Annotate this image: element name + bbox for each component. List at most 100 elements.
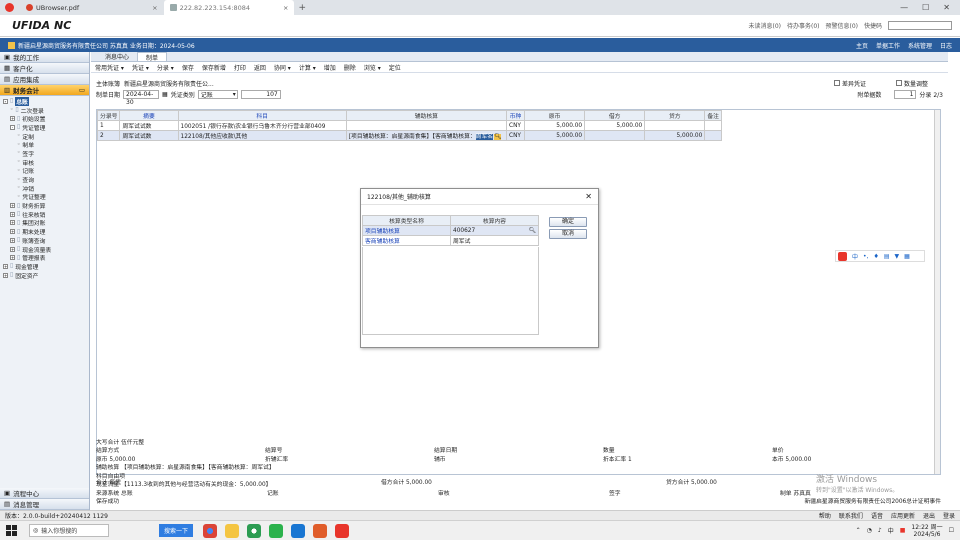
taskbar-search[interactable]: ◎ 输入你想搜的 [29, 524, 109, 537]
home-link[interactable]: 主页 [856, 41, 868, 50]
ime-tray[interactable]: 中 [888, 526, 894, 535]
toolbar-button[interactable]: 计算 ▾ [295, 63, 320, 72]
notification-icon[interactable]: ☐ [949, 527, 954, 534]
ref-search-icon[interactable]: 🔍︎ [494, 134, 502, 140]
tree-item[interactable]: ◦ 记账 [3, 167, 89, 176]
ime-toolbar[interactable]: 中 •, ♦ ▤ ▼ ▦ [835, 250, 925, 262]
grid-cell-debit[interactable] [584, 130, 646, 141]
tree-item[interactable]: + ▯ 现金管理 [3, 262, 89, 271]
aux-edit-highlight[interactable]: 周军名 [475, 134, 494, 140]
sidebar-item-my-work[interactable]: ▣ 我的工作 [0, 52, 89, 63]
calendar-icon[interactable]: ▦ [162, 91, 168, 98]
expand-icon[interactable]: + [10, 211, 15, 217]
grid-column-header[interactable]: 摘要 [119, 110, 179, 121]
tree-item[interactable]: - ▯ 凭证管理 [3, 123, 89, 132]
grid-cell-no[interactable]: 2 [96, 130, 121, 141]
toolbar-button[interactable]: 打印 [230, 63, 250, 72]
expand-icon[interactable]: + [3, 272, 8, 278]
date-field[interactable]: 2024-04-30 [123, 90, 160, 106]
toolbar-button[interactable]: 浏览 ▾ [360, 63, 385, 72]
tree-item[interactable]: - ▯ 总账 [3, 96, 89, 106]
aux-type-cell[interactable]: 客商辅助核算 [362, 235, 451, 246]
doc-work-link[interactable]: 单据工作 [876, 41, 900, 50]
aux-value-cell[interactable]: 400627 🔍︎ [450, 225, 539, 236]
grid-cell-aux[interactable]: [项目辅助核算：启星源南食集】【客商辅助核算：周军名🔍︎ [345, 130, 508, 141]
diff-voucher-checkbox[interactable] [833, 80, 840, 86]
mic-icon[interactable]: ♦ [873, 253, 878, 260]
tree-item[interactable]: + ▯ 初始设置 [3, 114, 89, 123]
grid-cell-orig[interactable]: 5,000.00 [524, 120, 586, 131]
grid-column-header[interactable]: 分录号 [96, 110, 121, 121]
tab-voucher[interactable]: 制单 [137, 52, 168, 62]
punct-icon[interactable]: •, [863, 253, 868, 260]
tree-item[interactable]: ◦ 签字 [3, 149, 89, 158]
search-icon[interactable]: 🔍︎ [529, 228, 536, 234]
grid-column-header[interactable]: 原币 [524, 110, 586, 121]
aux-value-cell[interactable]: 周军试 [450, 235, 539, 246]
sidebar-item-process-center[interactable]: ▣ 流程中心 [0, 488, 89, 499]
clock[interactable]: 12:22 周一 2024/5/6 [911, 524, 942, 538]
tree-item[interactable]: ◦ ▯ 二次登录 [3, 106, 89, 115]
grid-cell-aux[interactable] [345, 120, 508, 131]
expand-icon[interactable]: + [10, 203, 15, 209]
expand-icon[interactable]: + [10, 220, 15, 226]
vertical-scrollbar[interactable] [934, 110, 940, 474]
maximize-icon[interactable]: ☐ [922, 3, 929, 12]
expand-icon[interactable]: + [3, 263, 8, 269]
qty-adjust-checkbox[interactable] [895, 80, 902, 86]
tree-item[interactable]: + ▯ 管理报表 [3, 253, 89, 262]
chrome-icon[interactable] [203, 523, 218, 538]
sidebar-item-finance[interactable]: ▥ 财务会计 ▭ [0, 85, 89, 96]
expand-icon[interactable]: + [10, 246, 15, 252]
tray-app-icon[interactable]: ■ [900, 527, 906, 534]
wechat-icon[interactable] [269, 523, 284, 538]
sidebar-item-messages[interactable]: ▤ 消息管理 [0, 499, 89, 510]
grid-column-header[interactable]: 币种 [506, 110, 526, 121]
close-icon[interactable]: × [152, 4, 157, 12]
attach-field[interactable]: 1 [894, 90, 917, 99]
toolbar-button[interactable]: 凭证 ▾ [128, 63, 153, 72]
collapse-icon[interactable]: ▭ [79, 86, 85, 94]
expand-icon[interactable]: + [10, 237, 15, 243]
voice-link[interactable]: 语音 [871, 511, 883, 520]
grid-column-header[interactable]: 备注 [704, 110, 722, 121]
close-icon[interactable]: × [283, 4, 288, 12]
window-close-icon[interactable]: ✕ [943, 3, 950, 12]
ok-button[interactable]: 确定 [549, 217, 587, 227]
browser-tab-app[interactable]: 222.82.223.154:8084 × [163, 0, 295, 15]
grid-cell-credit[interactable]: 5,000.00 [644, 130, 706, 141]
collapse-icon[interactable]: - [3, 98, 8, 104]
table-row[interactable]: 1 周军试试数 1002051 /银行存款\农业银行乌鲁木齐分行营业部0409 CNY… [96, 120, 722, 131]
toolbar-button[interactable]: 增加 [320, 63, 340, 72]
expand-icon[interactable]: + [10, 255, 15, 261]
grid-cell-note[interactable] [704, 120, 722, 131]
type-select[interactable]: 记账 ▾ [197, 90, 238, 99]
sidebar-item-integration[interactable]: ▤ 应用集成 [0, 74, 89, 85]
grid-cell-no[interactable]: 1 [96, 120, 121, 131]
grid-column-header[interactable]: 辅助核算 [345, 110, 508, 121]
entity-value[interactable]: 新疆启星源商贸服务有限责任公... [124, 79, 214, 88]
browser-icon[interactable] [247, 523, 262, 538]
grid-column-header[interactable]: 借方 [584, 110, 646, 121]
search-button[interactable]: 搜索一下 [159, 524, 194, 537]
new-tab-icon[interactable]: + [298, 3, 306, 13]
toolbar-button[interactable]: 返回 [250, 63, 270, 72]
update-link[interactable]: 应用更新 [891, 511, 915, 520]
minimize-icon[interactable]: — [900, 3, 908, 12]
quick-code-input[interactable] [888, 21, 952, 30]
sys-manage-link[interactable]: 系统管理 [908, 41, 932, 50]
tree-item[interactable]: + ▯ 固定资产 [3, 271, 89, 280]
tree-item[interactable]: + ▯ 账簿查询 [3, 236, 89, 245]
tree-item[interactable]: ◦ 定制 [3, 132, 89, 141]
tree-item[interactable]: + ▯ 集团对账 [3, 219, 89, 227]
grid-cell-note[interactable] [704, 130, 722, 141]
tray-chevron-icon[interactable]: ⌃ [856, 527, 861, 534]
grid-cell-account[interactable]: 1002051 /银行存款\农业银行乌鲁木齐分行营业部0409 [177, 120, 347, 131]
grid-cell-orig[interactable]: 5,000.00 [524, 130, 586, 141]
grid-cell-currency[interactable]: CNY [506, 120, 526, 131]
todo-link[interactable]: 待办事务(0) [787, 21, 820, 30]
tab-message-center[interactable]: 消息中心 [99, 52, 135, 61]
volume-icon[interactable]: ♪ [878, 527, 882, 534]
folder-icon[interactable] [225, 523, 240, 538]
tree-item[interactable]: + ▯ 期末处理 [3, 227, 89, 236]
